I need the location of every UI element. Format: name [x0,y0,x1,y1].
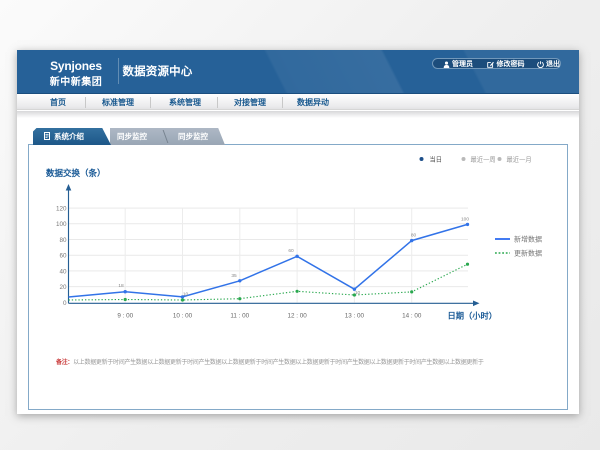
svg-text:100: 100 [56,221,67,228]
svg-text:14 : 00: 14 : 00 [402,313,422,320]
svg-text:新增数据: 新增数据 [514,235,542,244]
svg-text:80: 80 [411,233,417,239]
svg-text:35: 35 [231,273,237,279]
svg-text:最近一周: 最近一周 [471,155,496,164]
svg-text:13 : 00: 13 : 00 [345,313,365,320]
svg-text:11 : 00: 11 : 00 [230,313,249,320]
svg-text:60: 60 [59,253,67,260]
svg-text:9 : 00: 9 : 00 [117,313,133,320]
svg-text:当日: 当日 [430,155,443,164]
svg-text:100: 100 [461,217,469,223]
svg-text:数据交换（条）: 数据交换（条） [46,168,106,178]
svg-text:10 : 00: 10 : 00 [173,313,193,320]
svg-text:60: 60 [288,248,294,254]
svg-text:更新数据: 更新数据 [514,249,542,258]
svg-text:18: 18 [118,283,124,289]
svg-text:20: 20 [59,284,67,291]
svg-text:120: 120 [56,206,67,213]
svg-text:40: 40 [59,268,67,275]
svg-text:12 : 00: 12 : 00 [287,313,307,320]
svg-text:0: 0 [63,300,67,307]
svg-text:80: 80 [59,237,67,244]
svg-text:10: 10 [183,292,189,298]
svg-text:最近一月: 最近一月 [507,155,532,164]
svg-text:10: 10 [355,290,361,296]
svg-text:日期（小时）: 日期（小时） [448,311,498,321]
